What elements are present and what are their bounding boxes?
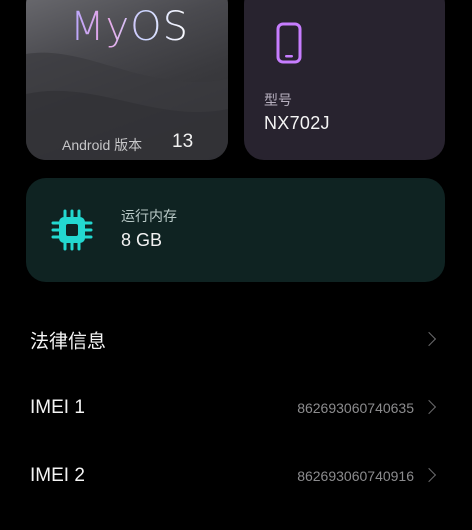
phone-icon: [276, 22, 302, 64]
os-brand-logo: MyOS: [70, 4, 190, 50]
chip-icon: [51, 209, 93, 251]
ram-label: 运行内存: [121, 208, 177, 224]
imei2-label: IMEI 2: [30, 465, 85, 486]
os-version-card[interactable]: MyOS Android 版本 13: [26, 0, 228, 160]
model-card[interactable]: 型号 NX702J: [244, 0, 445, 160]
android-version-label: Android 版本: [62, 137, 143, 153]
model-value: NX702J: [264, 113, 330, 133]
chevron-right-icon: [421, 467, 437, 483]
imei2-row[interactable]: IMEI 2 862693060740916: [0, 446, 472, 506]
legal-info-label: 法律信息: [30, 331, 107, 353]
chevron-right-icon: [421, 399, 437, 415]
chevron-right-icon: [421, 331, 437, 347]
model-label: 型号: [264, 92, 292, 108]
ram-value: 8 GB: [121, 230, 163, 250]
imei1-value: 862693060740635: [297, 400, 414, 416]
imei1-row[interactable]: IMEI 1 862693060740635: [0, 378, 472, 438]
imei2-value: 862693060740916: [297, 468, 414, 484]
ram-card[interactable]: 运行内存 8 GB: [26, 178, 445, 282]
android-version-value: 13: [172, 131, 194, 152]
imei1-label: IMEI 1: [30, 397, 85, 418]
legal-info-row[interactable]: 法律信息: [0, 310, 472, 370]
